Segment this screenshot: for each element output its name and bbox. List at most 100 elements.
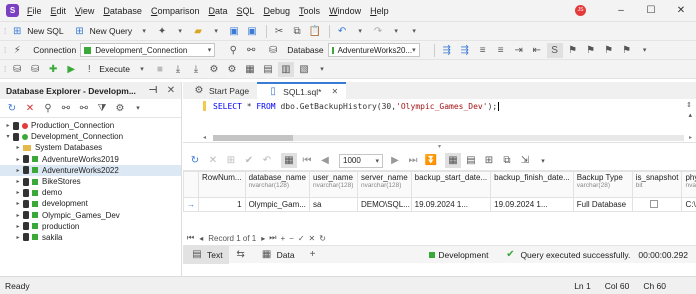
tree-item[interactable]: ▸ sakila — [0, 232, 181, 243]
row-header-corner[interactable] — [183, 171, 199, 198]
disconnect-icon[interactable]: ⚯ — [243, 43, 259, 58]
toolbar-grip[interactable]: ⁞ — [4, 27, 6, 36]
expand-icon[interactable]: ▸ — [14, 167, 22, 174]
horizontal-scrollbar[interactable] — [213, 135, 684, 141]
refresh-record-icon[interactable]: ↻ — [319, 234, 326, 243]
user-avatar[interactable]: JS — [575, 5, 586, 16]
execute-selection-icon[interactable]: ⤓ — [188, 62, 204, 77]
column-header[interactable]: physical_device_nnvarchar(260) — [681, 171, 696, 198]
next-bookmark-icon[interactable]: ⚑ — [601, 43, 617, 58]
tab-sql1[interactable]: ▯ SQL1.sql* ✕ — [257, 82, 347, 99]
disconnect-all-icon[interactable]: ⚯ — [76, 101, 92, 116]
stop-icon[interactable]: ■ — [152, 62, 168, 77]
tab-text[interactable]: ▤ Text — [183, 245, 229, 264]
delete-record-icon[interactable]: − — [289, 234, 294, 243]
options-icon[interactable]: ⚙ — [112, 101, 128, 116]
swap-icon[interactable]: ⇆ — [233, 247, 249, 262]
column-header[interactable]: server_name nvarchar(128) — [356, 171, 412, 198]
database-icon[interactable]: ⛁ — [9, 62, 25, 77]
menu-edit[interactable]: Edit — [51, 6, 67, 16]
save-icon[interactable]: ▣ — [226, 24, 242, 39]
query-plan-icon[interactable]: ⚙ — [206, 62, 222, 77]
add-record-icon[interactable]: + — [280, 234, 285, 243]
add-tab-icon[interactable]: + — [305, 247, 321, 262]
pin-icon[interactable]: ⊣ — [145, 83, 161, 98]
expand-icon[interactable]: ▸ — [14, 200, 22, 207]
expand-icon[interactable]: ▸ — [14, 212, 22, 219]
filter-icon[interactable]: ⧩ — [94, 101, 110, 116]
cancel-changes-icon[interactable]: ↶ — [259, 153, 275, 168]
next-page-icon[interactable]: ▶ — [387, 153, 403, 168]
delete-row-icon[interactable]: ✕ — [205, 153, 221, 168]
tree-item[interactable]: ▸ production — [0, 221, 181, 232]
bookmark-icon[interactable]: ⚑ — [565, 43, 581, 58]
first-page-icon[interactable]: ⏮ — [299, 153, 315, 168]
paste-icon[interactable]: 📋 — [307, 24, 323, 39]
tree-item[interactable]: ▾ Development_Connection — [0, 131, 181, 142]
tree-item[interactable]: ▸ AdventureWorks2019 — [0, 154, 181, 165]
toolbar-overflow-icon[interactable]: ▾ — [314, 62, 330, 77]
refresh-icon[interactable]: ↻ — [187, 153, 203, 168]
table-cell[interactable]: 19.09.2024 1... — [410, 197, 492, 212]
split-icon[interactable]: ⇕ — [686, 101, 692, 109]
prev-bookmark-icon[interactable]: ⚑ — [583, 43, 599, 58]
expand-icon[interactable]: ▸ — [14, 234, 22, 241]
dropdown-icon[interactable]: ▾ — [130, 101, 146, 116]
expand-icon[interactable]: ▸ — [14, 156, 22, 163]
table-cell[interactable]: Olympic_Gam... — [244, 197, 310, 212]
table-cell[interactable]: DEMO\SQL... — [356, 197, 412, 212]
dropdown-icon[interactable]: ▾ — [172, 24, 188, 39]
column-header[interactable]: RowNum... — [198, 171, 246, 198]
pivot-icon[interactable]: ⊞ — [481, 153, 497, 168]
dropdown-icon[interactable]: ▾ — [388, 24, 404, 39]
card-view-icon[interactable]: ▤ — [463, 153, 479, 168]
grid-view-icon[interactable]: ▦ — [445, 153, 461, 168]
expand-icon[interactable]: ▸ — [14, 144, 22, 151]
dropdown-icon[interactable]: ▾ — [208, 24, 224, 39]
execute-to-cursor-icon[interactable]: ⤓ — [170, 62, 186, 77]
tree-item[interactable]: ▸ BikeStores — [0, 176, 181, 187]
column-header[interactable]: user_name nvarchar(128) — [308, 171, 358, 198]
table-row[interactable]: → 1 Olympic_Gam... sa DEMO\SQL... 19.09.2024 … — [183, 197, 696, 212]
chart-icon[interactable]: ⧉ — [499, 153, 515, 168]
connection-select[interactable]: Development_Connection ▾ — [80, 43, 216, 57]
tab-data[interactable]: ▦ Data — [253, 246, 301, 264]
new-item-icon[interactable]: ✦ — [154, 24, 170, 39]
delete-icon[interactable]: ✕ — [22, 101, 38, 116]
expand-icon[interactable]: ▸ — [14, 189, 22, 196]
scroll-left-icon[interactable]: ◂ — [203, 134, 206, 141]
column-header[interactable]: backup_finish_date... — [490, 171, 574, 198]
first-record-icon[interactable]: ⏮ — [187, 233, 194, 243]
column-header[interactable]: database_name nvarchar(128) — [244, 171, 310, 198]
plug-icon[interactable]: ⚲ — [225, 43, 241, 58]
results-grid[interactable]: RowNum... database_name nvarchar(128) user_… — [183, 171, 696, 231]
last-page-icon[interactable]: ⏭ — [405, 153, 421, 168]
uncomment-icon[interactable]: ≡ — [493, 43, 509, 58]
new-connection-icon[interactable]: ⚲ — [40, 101, 56, 116]
results-grid-icon[interactable]: ▦ — [242, 62, 258, 77]
redo-icon[interactable]: ↷ — [370, 24, 386, 39]
expand-icon[interactable]: ▸ — [4, 122, 12, 129]
sql-icon[interactable]: S — [546, 42, 563, 58]
page-size-select[interactable]: 1000 ▾ — [339, 153, 383, 168]
disconnect-icon[interactable]: ⚯ — [58, 101, 74, 116]
new-query-button[interactable]: New Query — [90, 26, 133, 36]
apply-record-icon[interactable]: ✓ — [298, 234, 305, 243]
fetch-all-icon[interactable]: ⏬ — [423, 153, 439, 168]
indent-icon[interactable]: ⇥ — [511, 43, 527, 58]
prev-record-icon[interactable]: ◂ — [199, 234, 203, 243]
save-all-icon[interactable]: ▣ — [244, 24, 260, 39]
toolbar-grip[interactable]: ⁞ — [4, 65, 6, 74]
table-cell[interactable]: C:\Program Files\ — [681, 197, 696, 212]
menu-help[interactable]: Help — [370, 6, 389, 16]
database-select[interactable]: AdventureWorks20... ▾ — [327, 43, 420, 57]
menu-sql[interactable]: SQL — [236, 6, 254, 16]
menu-database[interactable]: Database — [103, 6, 142, 16]
toggle-results-icon[interactable]: ▥ — [277, 61, 294, 77]
tree-item[interactable]: ▸ Olympic_Games_Dev — [0, 210, 181, 221]
execute-button[interactable]: Execute — [99, 64, 130, 74]
query-profiler-icon[interactable]: ⚙ — [224, 62, 240, 77]
checkbox[interactable] — [649, 199, 658, 208]
table-cell[interactable]: Full Database — [572, 197, 633, 212]
results-text-icon[interactable]: ▤ — [260, 62, 276, 77]
